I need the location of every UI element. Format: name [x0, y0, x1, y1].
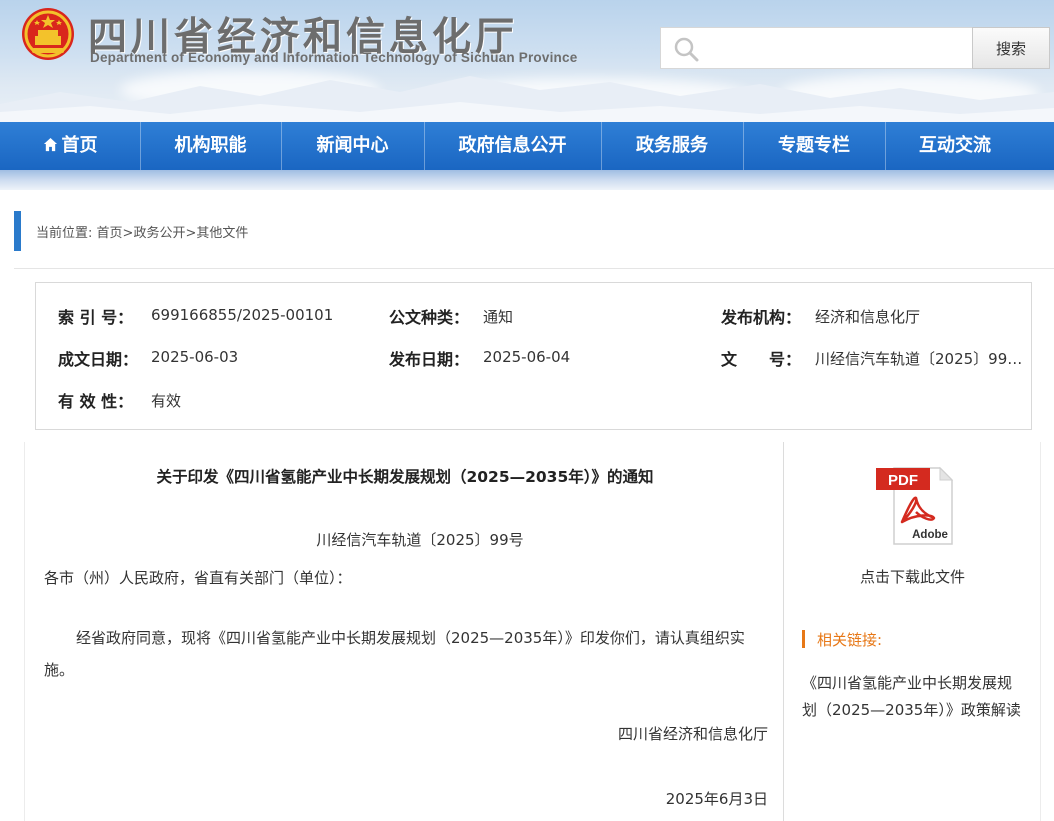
breadcrumb-link-other-files[interactable]: 其他文件 — [196, 226, 248, 241]
search-box — [660, 27, 972, 69]
document-title: 关于印发《四川省氢能产业中长期发展规划（2025—2035年）》的通知 — [156, 468, 654, 486]
nav-item-news[interactable]: 新闻中心 — [281, 122, 424, 170]
breadcrumb-link-gov-affairs[interactable]: 政务公开 — [133, 226, 185, 241]
meta-created-value: 2025-06-03 — [151, 348, 239, 366]
site-header: 四川省经济和信息化厅 Department of Economy and Inf… — [0, 0, 1054, 122]
content-border-right — [1040, 442, 1041, 821]
nav-item-interaction[interactable]: 互动交流 — [885, 122, 1025, 170]
search-button[interactable]: 搜索 — [972, 27, 1050, 69]
document-date: 2025年6月3日 — [665, 790, 768, 808]
pdf-brand-label: Adobe — [912, 529, 948, 541]
content-border-left — [24, 442, 25, 821]
nav-item-organization[interactable]: 机构职能 — [140, 122, 281, 170]
meta-index-value: 699166855/2025-00101 — [151, 306, 334, 324]
breadcrumb-divider — [14, 268, 1054, 269]
breadcrumb-separator: > — [122, 226, 134, 241]
national-emblem-icon — [22, 8, 74, 60]
pdf-adobe-icon[interactable]: PDF Adobe — [872, 462, 956, 546]
nav-item-services[interactable]: 政务服务 — [601, 122, 743, 170]
nav-decoration-strip — [0, 170, 1054, 190]
meta-publisher-label: 发布机构： — [721, 308, 802, 327]
breadcrumb-prefix: 当前位置: — [36, 226, 97, 241]
home-icon — [43, 137, 57, 152]
nav-item-gov-info[interactable]: 政府信息公开 — [424, 122, 601, 170]
related-links-title: 相关链接: — [817, 631, 883, 649]
meta-type-value: 通知 — [483, 308, 514, 326]
search-icon — [674, 37, 699, 62]
meta-published-label: 发布日期： — [389, 350, 470, 369]
main-nav: 首页 机构职能 新闻中心 政府信息公开 政务服务 专题专栏 互动交流 — [0, 122, 1054, 170]
meta-validity-label: 有 效 性： — [58, 392, 134, 411]
related-links-accent — [802, 630, 805, 648]
nav-item-label: 首页 — [61, 135, 98, 156]
nav-item-home[interactable]: 首页 — [0, 122, 140, 170]
document-number: 川经信汽车轨道〔2025〕99号 — [316, 531, 524, 549]
meta-publisher-value: 经济和信息化厅 — [815, 308, 921, 326]
breadcrumb-link-home[interactable]: 首页 — [97, 226, 123, 241]
document-salutation: 各市（州）人民政府，省直有关部门（单位）： — [44, 569, 352, 587]
mountain-decoration — [0, 76, 1054, 122]
pdf-label: PDF — [888, 472, 918, 489]
breadcrumb-accent — [14, 211, 21, 251]
breadcrumb-separator: > — [185, 226, 197, 241]
download-file-link[interactable]: 点击下载此文件 — [800, 566, 1025, 587]
document-meta-box: 索 引 号： 699166855/2025-00101 公文种类： 通知 发布机… — [35, 282, 1032, 430]
related-link-policy-interpretation[interactable]: 《四川省氢能产业中长期发展规划（2025—2035年）》政策解读 — [802, 670, 1024, 724]
meta-index-label: 索 引 号： — [58, 308, 134, 327]
content-divider — [783, 442, 784, 821]
meta-validity-value: 有效 — [151, 392, 182, 410]
meta-created-label: 成文日期： — [58, 350, 139, 369]
nav-item-topics[interactable]: 专题专栏 — [743, 122, 885, 170]
meta-type-label: 公文种类： — [389, 308, 470, 327]
document-signature: 四川省经济和信息化厅 — [617, 725, 768, 743]
meta-docno-label: 文 号： — [721, 350, 802, 369]
meta-published-value: 2025-06-04 — [483, 348, 571, 366]
site-subtitle: Department of Economy and Information Te… — [90, 50, 578, 65]
meta-docno-value: 川经信汽车轨道〔2025〕99… — [815, 350, 1023, 368]
breadcrumb: 当前位置: 首页>政务公开>其他文件 — [36, 222, 248, 241]
document-body: 经省政府同意，现将《四川省氢能产业中长期发展规划（2025—2035年）》印发你… — [44, 629, 745, 679]
search-input[interactable] — [707, 28, 967, 68]
